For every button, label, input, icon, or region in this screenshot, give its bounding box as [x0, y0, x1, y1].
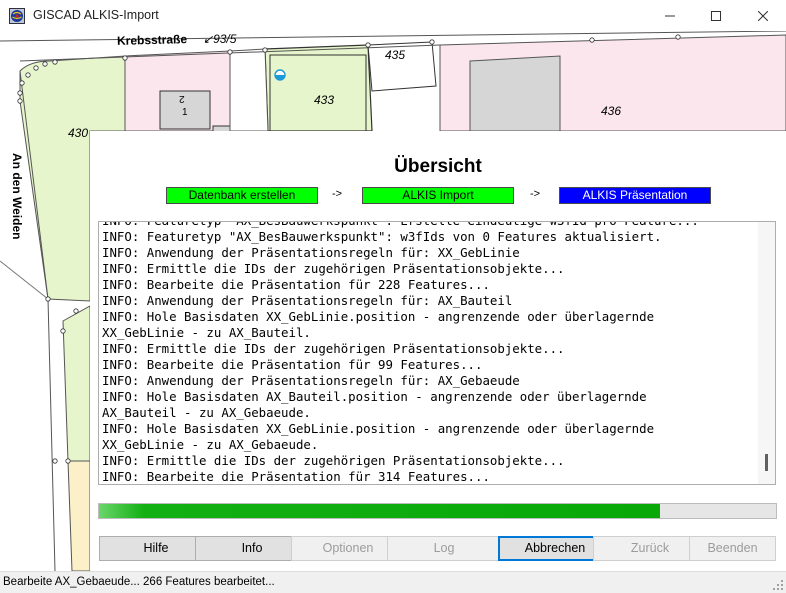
step-arrow-1: ->	[332, 188, 343, 200]
resize-grip-icon[interactable]	[772, 579, 784, 591]
street-label-west: An den Weiden	[10, 153, 24, 240]
log-line: INFO: Bearbeite die Präsentation für 99 …	[102, 357, 483, 372]
close-icon	[758, 10, 768, 21]
building-label: 2	[179, 93, 185, 104]
log-scroll-thumb[interactable]	[765, 454, 768, 471]
log-line: AX_Bauteil - zu AX_Gebaeude.	[102, 405, 311, 420]
log-line: INFO: Featuretyp "AX_BesBauwerkspunkt": …	[102, 229, 662, 244]
log-line: INFO: Anwendung der Präsentationsregeln …	[102, 293, 513, 308]
log-line: XX_GebLinie - zu AX_Bauteil.	[102, 325, 311, 340]
close-button[interactable]	[740, 0, 786, 31]
app-globe-icon	[9, 8, 25, 24]
maximize-icon	[711, 10, 721, 21]
maximize-button[interactable]	[693, 0, 739, 31]
progress-bar	[98, 503, 777, 519]
parcel-label-436: 436	[601, 104, 622, 118]
overview-heading: Übersicht	[394, 156, 482, 177]
building-sublabel: 1	[182, 107, 188, 118]
step-alkis-import: ALKIS Import	[362, 187, 514, 204]
log-line: XX_GebLinie - zu AX_Gebaeude.	[102, 437, 319, 452]
log-line: INFO: Hole Basisdaten XX_GebLinie.positi…	[102, 309, 655, 324]
log-line: INFO: Anwendung der Präsentationsregeln …	[102, 373, 520, 388]
parcel-label-430: 430	[68, 126, 89, 140]
window-title: GISCAD ALKIS-Import	[33, 8, 159, 22]
overview-panel: Übersicht Datenbank erstellen -> ALKIS I…	[90, 131, 786, 571]
address-value: 93/5	[213, 32, 237, 46]
log-line: INFO: Ermittle die IDs der zugehörigen P…	[102, 261, 565, 276]
log-line: INFO: Ermittle die IDs der zugehörigen P…	[102, 341, 565, 356]
progress-fill	[99, 504, 661, 518]
step-arrow-2: ->	[530, 188, 541, 200]
step-database: Datenbank erstellen	[166, 187, 318, 204]
title-bar[interactable]: GISCAD ALKIS-Import	[0, 0, 786, 31]
log-scrollbar[interactable]	[758, 222, 775, 484]
log-line: INFO: Bearbeite die Präsentation für 314…	[102, 469, 490, 484]
finish-button[interactable]: Beenden	[689, 536, 776, 561]
parcel-label-435: 435	[385, 48, 406, 62]
log-line: INFO: Hole Basisdaten XX_GebLinie.positi…	[102, 421, 655, 436]
address-label: ↙93/5	[203, 32, 237, 46]
parcel-label-433: 433	[314, 93, 335, 107]
step-alkis-presentation: ALKIS Präsentation	[559, 187, 711, 204]
log-line: INFO: Hole Basisdaten AX_Bauteil.positio…	[102, 389, 647, 404]
log-line: INFO: Anwendung der Präsentationsregeln …	[102, 245, 520, 260]
minimize-button[interactable]	[647, 0, 693, 31]
log-line: INFO: Ermittle die IDs der zugehörigen P…	[102, 453, 565, 468]
log-line: INFO: Bearbeite die Präsentation für 228…	[102, 277, 490, 292]
log-line: INFO: Featuretyp "AX_BesBauwerkspunkt": …	[102, 222, 742, 229]
status-text: Bearbeite AX_Gebaeude... 266 Features be…	[3, 576, 275, 588]
log-lines: INFO: Featuretyp "AX_BesBauwerkspunkt": …	[102, 222, 742, 484]
log-output[interactable]: INFO: Featuretyp "AX_BesBauwerkspunkt": …	[98, 221, 776, 485]
minimize-icon	[665, 15, 675, 16]
street-label-north: Krebsstraße	[116, 32, 188, 48]
status-bar: Bearbeite AX_Gebaeude... 266 Features be…	[0, 571, 786, 593]
log-button[interactable]: Log	[387, 536, 501, 561]
